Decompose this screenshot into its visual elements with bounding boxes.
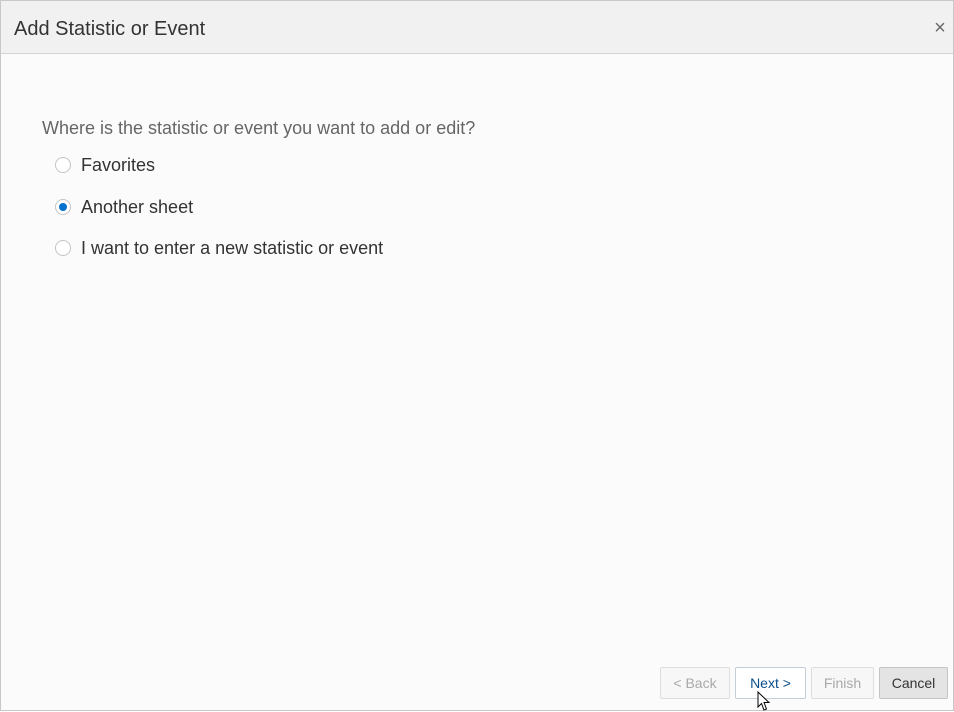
option-new-statistic[interactable]: I want to enter a new statistic or event [55,237,383,259]
finish-button[interactable]: Finish [811,667,874,699]
option-another-sheet-label: Another sheet [81,196,194,217]
location-question: Where is the statistic or event you want… [42,118,476,138]
option-new-statistic-label: I want to enter a new statistic or event [81,237,384,258]
radio-favorites[interactable] [55,157,71,173]
radio-another-sheet[interactable] [55,199,71,215]
back-button[interactable]: < Back [660,667,730,699]
option-another-sheet[interactable]: Another sheet [55,196,193,218]
cancel-button[interactable]: Cancel [879,667,948,699]
option-favorites[interactable]: Favorites [55,154,155,176]
add-statistic-dialog: Add Statistic or Event × Where is the st… [0,0,954,711]
mouse-pointer-icon [757,691,771,711]
dialog-titlebar: Add Statistic or Event × [1,1,953,54]
radio-new-statistic[interactable] [55,240,71,256]
option-favorites-label: Favorites [81,154,156,175]
close-icon[interactable]: × [931,17,949,39]
dialog-title: Add Statistic or Event [14,18,206,40]
